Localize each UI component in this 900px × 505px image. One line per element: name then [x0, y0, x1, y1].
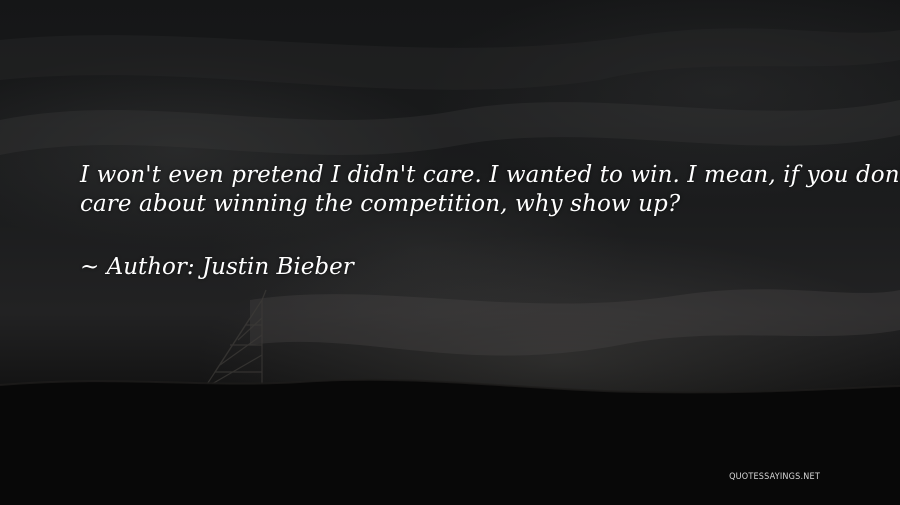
- cloud-streak: [0, 28, 900, 90]
- quote-text: I won't even pretend I didn't care. I wa…: [80, 161, 900, 219]
- site-watermark: QUOTESSAYINGS.NET: [729, 472, 820, 482]
- author-attribution: ~ Author: Justin Bieber: [80, 254, 354, 280]
- quote-image: I won't even pretend I didn't care. I wa…: [0, 0, 900, 505]
- cloud-streak: [250, 289, 900, 356]
- quote-line: I won't even pretend I didn't care. I wa…: [80, 162, 900, 188]
- quote-line: care about winning the competition, why …: [80, 191, 681, 217]
- hill-silhouette: [0, 379, 900, 505]
- cloud-streak: [0, 100, 900, 155]
